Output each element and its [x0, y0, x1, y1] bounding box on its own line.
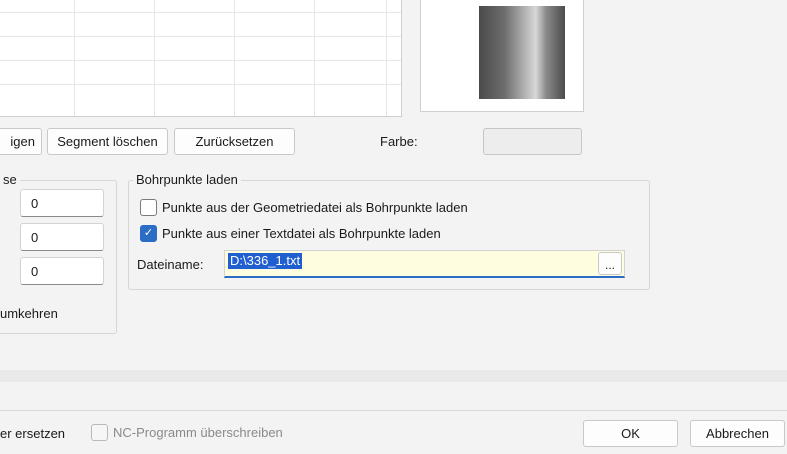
offset-y-field[interactable]: 0 — [20, 223, 104, 251]
overwrite-nc-label: NC-Programm überschreiben — [113, 425, 283, 440]
from-geometry-checkbox-row[interactable]: Punkte aus der Geometriedatei als Bohrpu… — [140, 199, 468, 216]
reset-button[interactable]: Zurücksetzen — [174, 128, 295, 155]
overwrite-nc-checkbox[interactable] — [91, 424, 108, 441]
table-row-divider — [0, 84, 401, 85]
table-row-divider — [0, 60, 401, 61]
offset-z-field[interactable]: 0 — [20, 257, 104, 285]
offset-x-field[interactable]: 0 — [20, 189, 104, 217]
left-group-title: se — [0, 172, 20, 187]
separator-bar — [0, 370, 787, 382]
filename-label: Dateiname: — [137, 257, 204, 272]
show-segment-label: igen — [10, 134, 35, 149]
delete-segment-label: Segment löschen — [57, 134, 158, 149]
color-label: Farbe: — [380, 134, 418, 149]
table-column-divider — [154, 0, 155, 116]
overwrite-nc-checkbox-row[interactable]: NC-Programm überschreiben — [91, 424, 283, 441]
offset-z-value: 0 — [31, 263, 39, 279]
table-column-divider — [234, 0, 235, 116]
from-textfile-checkbox[interactable]: ✓ — [140, 225, 157, 242]
drill-points-title: Bohrpunkte laden — [133, 172, 241, 187]
replace-label: er ersetzen — [0, 426, 66, 441]
offset-x-value: 0 — [31, 195, 39, 211]
table-row-divider — [0, 36, 401, 37]
table-column-divider — [74, 0, 75, 116]
table-column-divider — [314, 0, 315, 116]
ok-button[interactable]: OK — [583, 420, 678, 447]
table-column-divider — [386, 0, 387, 116]
table-row-divider — [0, 12, 401, 13]
color-picker-button[interactable] — [483, 128, 582, 155]
browse-label: ... — [604, 258, 615, 272]
filename-input[interactable]: D:\336_1.txt — [224, 250, 625, 278]
reset-label: Zurücksetzen — [195, 134, 274, 149]
delete-segment-button[interactable]: Segment löschen — [47, 128, 168, 155]
tool-preview — [420, 0, 584, 112]
segment-table[interactable] — [0, 0, 402, 117]
reverse-direction-label: umkehren — [0, 306, 58, 321]
browse-button[interactable]: ... — [598, 252, 622, 275]
offset-y-value: 0 — [31, 229, 39, 245]
from-textfile-checkbox-row[interactable]: ✓ Punkte aus einer Textdatei als Bohrpun… — [140, 225, 441, 242]
cancel-button[interactable]: Abbrechen — [690, 420, 785, 447]
filename-value: D:\336_1.txt — [228, 253, 303, 269]
from-geometry-checkbox[interactable] — [140, 199, 157, 216]
from-textfile-label: Punkte aus einer Textdatei als Bohrpunkt… — [162, 226, 441, 241]
show-segment-button[interactable]: igen — [0, 128, 42, 155]
checkmark-icon: ✓ — [143, 227, 154, 239]
cancel-label: Abbrechen — [706, 426, 769, 441]
cylinder-preview-image — [479, 6, 565, 99]
ok-label: OK — [621, 426, 640, 441]
from-geometry-label: Punkte aus der Geometriedatei als Bohrpu… — [162, 200, 468, 215]
